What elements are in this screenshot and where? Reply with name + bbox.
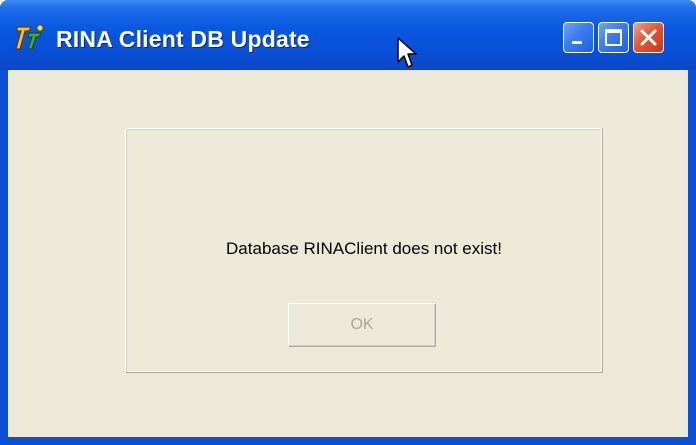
message-panel: Database RINAClient does not exist! OK (125, 128, 603, 373)
minimize-icon (572, 41, 582, 44)
window-title: RINA Client DB Update (56, 26, 310, 52)
close-icon (640, 29, 657, 46)
ok-button[interactable]: OK (288, 303, 436, 347)
minimize-button[interactable] (563, 22, 594, 53)
maximize-icon (605, 29, 622, 46)
title-bar[interactable]: RINA Client DB Update (0, 0, 696, 70)
error-message: Database RINAClient does not exist! (226, 239, 502, 258)
app-logo-icon (15, 24, 44, 50)
window-client-area: Database RINAClient does not exist! OK (8, 70, 688, 437)
mouse-cursor-icon (397, 37, 417, 68)
app-window: RINA Client DB Update Database RINAClien… (0, 0, 696, 445)
close-button[interactable] (633, 22, 664, 53)
maximize-button[interactable] (598, 22, 629, 53)
